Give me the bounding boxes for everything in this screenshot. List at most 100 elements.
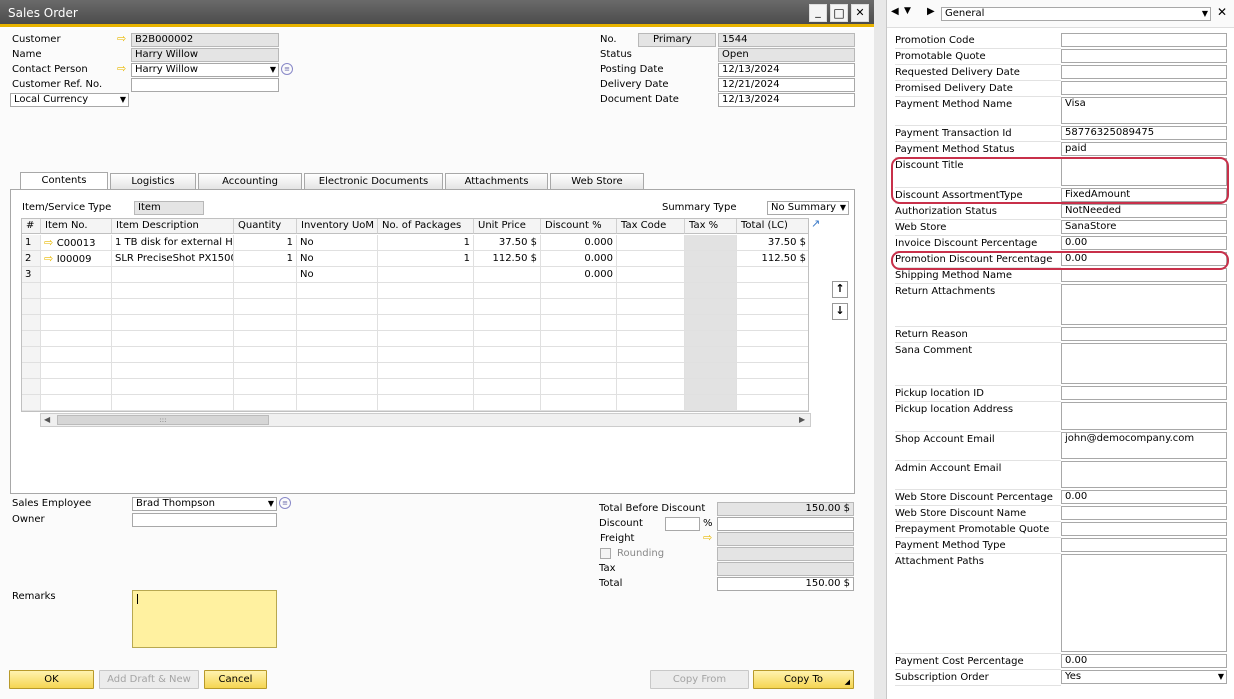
tax-pct-cell[interactable] [685,235,737,251]
discount-cell[interactable]: 0.000 [541,235,617,251]
col-header-inventory-uom[interactable]: Inventory UoM [297,219,378,234]
udf-field[interactable] [1061,33,1227,47]
discount-cell[interactable] [541,363,617,379]
posting-date-field[interactable]: 12/13/2024 [718,63,855,77]
discount-cell[interactable]: 0.000 [541,267,617,283]
item-no-cell[interactable] [41,347,112,363]
inventory-uom-cell[interactable] [297,379,378,395]
quantity-cell[interactable] [234,283,297,299]
udf-field[interactable]: 0.00 [1061,236,1227,250]
total-lc-cell[interactable] [737,347,808,363]
tab-attachments[interactable]: Attachments [445,173,548,189]
inventory-uom-cell[interactable]: No [297,267,378,283]
unit-price-cell[interactable] [474,267,541,283]
udf-field[interactable]: 0.00 [1061,654,1227,668]
udf-field[interactable] [1061,65,1227,79]
cancel-button[interactable]: Cancel [204,670,267,689]
col-header-discount[interactable]: Discount % [541,219,617,234]
currency-select[interactable]: Local Currency ▼ [10,93,129,107]
row-no-cell[interactable]: 1 [22,235,41,251]
packages-cell[interactable] [378,283,474,299]
total-lc-cell[interactable]: 112.50 $ [737,251,808,267]
item-no-cell[interactable] [41,331,112,347]
packages-cell[interactable] [378,315,474,331]
tax-pct-cell[interactable] [685,251,737,267]
total-lc-cell[interactable] [737,331,808,347]
col-header-tax-pct[interactable]: Tax % [685,219,737,234]
rounding-field[interactable] [717,547,854,561]
item-service-type-select[interactable]: Item [134,201,204,215]
discount-cell[interactable] [541,315,617,331]
unit-price-cell[interactable] [474,299,541,315]
row-no-cell[interactable] [22,331,41,347]
row-no-cell[interactable] [22,379,41,395]
doc-series-select[interactable]: Primary [638,33,716,47]
col-header-tax-code[interactable]: Tax Code [617,219,685,234]
udf-field[interactable] [1061,538,1227,552]
window-title-bar[interactable]: Sales Order _ □ ✕ [0,0,874,27]
row-no-cell[interactable]: 2 [22,251,41,267]
udf-field[interactable]: NotNeeded [1061,204,1227,218]
col-header-total-lc[interactable]: Total (LC) [737,219,808,234]
unit-price-cell[interactable] [474,363,541,379]
employee-list-icon[interactable]: ≡ [279,497,291,509]
item-description-cell[interactable] [112,283,234,299]
item-description-cell[interactable] [112,267,234,283]
unit-price-cell[interactable] [474,347,541,363]
udf-field[interactable] [1061,268,1227,282]
tab-web-store[interactable]: Web Store [550,173,644,189]
udf-field[interactable] [1061,284,1227,325]
freight-field[interactable] [717,532,854,546]
quantity-cell[interactable] [234,347,297,363]
quantity-cell[interactable] [234,299,297,315]
row-no-cell[interactable] [22,395,41,411]
udf-field[interactable]: john@democompany.com [1061,432,1227,459]
tax-code-cell[interactable] [617,235,685,251]
tab-electronic-documents[interactable]: Electronic Documents [304,173,443,189]
minimize-button[interactable]: _ [809,4,827,22]
row-no-cell[interactable] [22,283,41,299]
udf-prev-icon[interactable]: ◀ [891,6,899,17]
tax-code-cell[interactable] [617,395,685,411]
item-no-cell[interactable] [41,315,112,331]
udf-field[interactable]: 0.00 [1061,490,1227,504]
document-date-field[interactable]: 12/13/2024 [718,93,855,107]
quantity-cell[interactable]: 1 [234,251,297,267]
tab-accounting[interactable]: Accounting [198,173,302,189]
packages-cell[interactable]: 1 [378,251,474,267]
item-no-cell[interactable] [41,379,112,395]
total-lc-cell[interactable] [737,379,808,395]
tax-pct-cell[interactable] [685,379,737,395]
quantity-cell[interactable]: 1 [234,235,297,251]
scroll-left-icon[interactable]: ◀ [44,415,50,424]
discount-cell[interactable] [541,395,617,411]
item-no-cell[interactable]: ⇨ I00009 [41,251,112,267]
udf-field[interactable]: SanaStore [1061,220,1227,234]
tax-code-cell[interactable] [617,267,685,283]
tax-code-cell[interactable] [617,283,685,299]
col-header-row-no[interactable]: # [22,219,41,234]
total-lc-cell[interactable] [737,315,808,331]
contact-link-arrow-icon[interactable]: ⇨ [117,62,126,75]
row-no-cell[interactable]: 3 [22,267,41,283]
quantity-cell[interactable] [234,379,297,395]
tax-pct-cell[interactable] [685,363,737,379]
inventory-uom-cell[interactable] [297,395,378,411]
item-no-cell[interactable] [41,267,112,283]
tax-code-cell[interactable] [617,299,685,315]
col-header-item-description[interactable]: Item Description [112,219,234,234]
tax-code-cell[interactable] [617,331,685,347]
item-description-cell[interactable] [112,379,234,395]
udf-field[interactable] [1061,506,1227,520]
quantity-cell[interactable] [234,331,297,347]
item-grid[interactable]: # Item No. Item Description Quantity Inv… [21,218,809,412]
item-no-cell[interactable] [41,299,112,315]
remarks-textarea[interactable] [132,590,277,648]
expand-grid-icon[interactable]: ↗ [811,217,820,230]
udf-close-icon[interactable]: ✕ [1217,5,1227,19]
tax-pct-cell[interactable] [685,331,737,347]
discount-cell[interactable] [541,283,617,299]
packages-cell[interactable] [378,347,474,363]
tab-logistics[interactable]: Logistics [110,173,196,189]
packages-cell[interactable] [378,331,474,347]
